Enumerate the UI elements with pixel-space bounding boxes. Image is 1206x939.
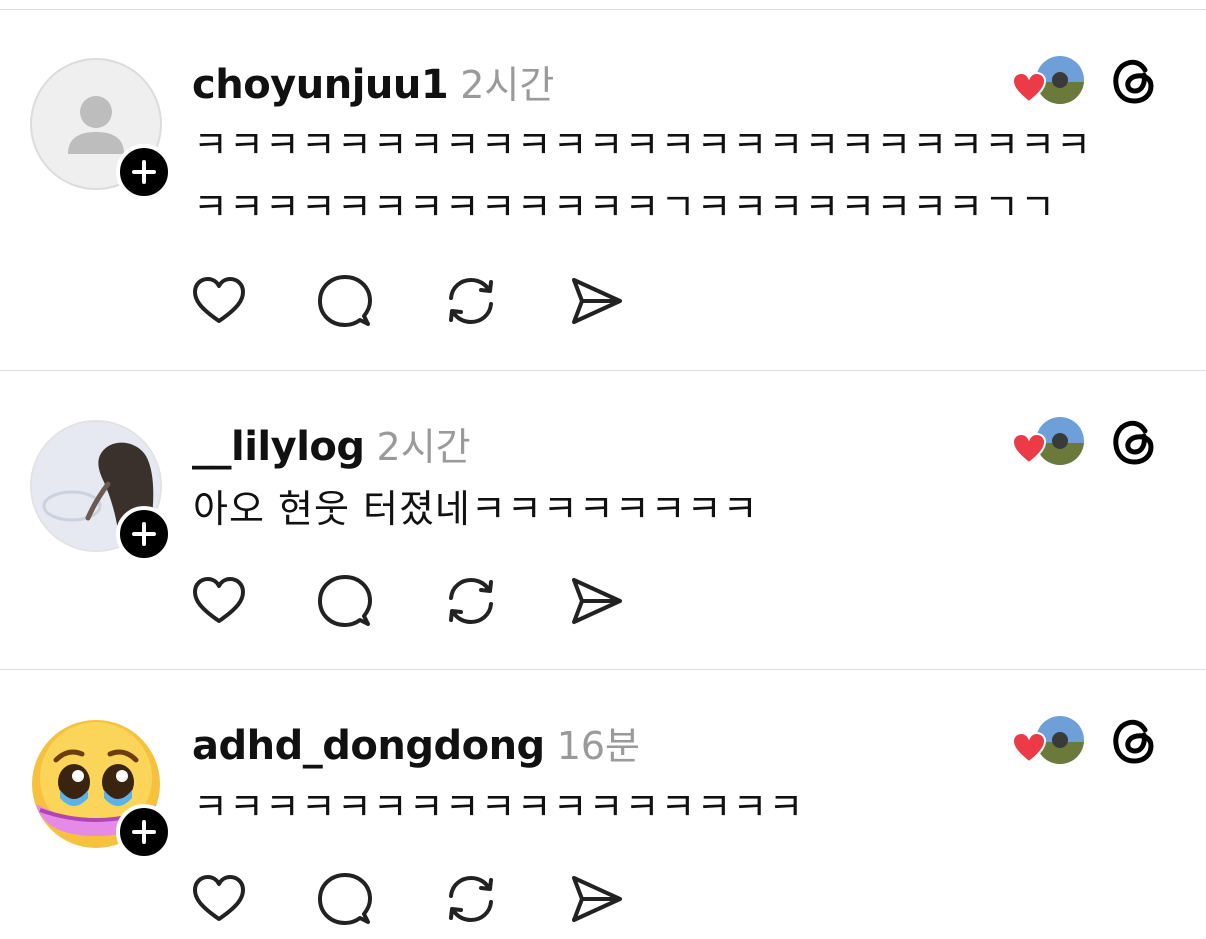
post-text-line: ㅋㅋㅋㅋㅋㅋㅋㅋㅋㅋㅋㅋㅋㅋㅋㅋㅋㅋㅋㅋㅋㅋㅋㅋㅋ: [193, 123, 1093, 167]
repost-arrows-icon: [449, 876, 493, 922]
divider: [0, 9, 1206, 10]
liked-by-author: [1012, 417, 1086, 469]
red-heart-icon: [1012, 433, 1046, 465]
avatar[interactable]: [30, 718, 172, 860]
speech-bubble-icon: [318, 275, 372, 327]
share-button[interactable]: [568, 572, 626, 630]
post-header: adhd_dongdong 16분: [192, 715, 640, 770]
red-heart-icon: [1012, 72, 1046, 104]
repost-arrows-icon: [449, 278, 493, 324]
liked-by-author: [1012, 716, 1086, 768]
post-text: ㅋㅋㅋㅋㅋㅋㅋㅋㅋㅋㅋㅋㅋㅋㅋㅋㅋㅋㅋㅋㅋㅋㅋㅋㅋ ㅋㅋㅋㅋㅋㅋㅋㅋㅋㅋㅋㅋㅋㄱ…: [193, 114, 1173, 238]
plus-icon: [132, 522, 156, 546]
avatar[interactable]: [30, 420, 172, 562]
timestamp: 2시간: [460, 63, 555, 107]
timestamp: 2시간: [376, 425, 471, 469]
action-bar: [190, 870, 694, 928]
post-text: ㅋㅋㅋㅋㅋㅋㅋㅋㅋㅋㅋㅋㅋㅋㅋㅋㅋ: [193, 776, 1173, 838]
share-button[interactable]: [568, 272, 626, 330]
speech-bubble-icon: [318, 873, 372, 925]
username[interactable]: choyunjuu1: [192, 62, 449, 108]
divider: [0, 669, 1206, 670]
plus-icon: [132, 160, 156, 184]
plus-icon: [132, 820, 156, 844]
post-text-line: 아오 현웃 터졌네ㅋㅋㅋㅋㅋㅋㅋㅋ: [193, 487, 759, 531]
paper-plane-icon: [572, 278, 622, 324]
post-header: choyunjuu1 2시간: [192, 54, 554, 109]
paper-plane-icon: [572, 876, 622, 922]
avatar[interactable]: [30, 58, 172, 200]
username[interactable]: __lilylog: [192, 424, 365, 470]
action-bar: [190, 572, 694, 630]
post-text-line: ㅋㅋㅋㅋㅋㅋㅋㅋㅋㅋㅋㅋㅋㅋㅋㅋㅋ: [193, 785, 805, 829]
repost-arrows-icon: [449, 578, 493, 624]
follow-button[interactable]: [116, 144, 172, 200]
divider: [0, 370, 1206, 371]
threads-logo-icon[interactable]: [1108, 416, 1160, 468]
reply-button[interactable]: [316, 572, 374, 630]
heart-outline-icon: [193, 577, 245, 623]
speech-bubble-icon: [318, 575, 372, 627]
timestamp: 16분: [556, 724, 641, 768]
post-header: __lilylog 2시간: [192, 416, 471, 471]
post-text: 아오 현웃 터졌네ㅋㅋㅋㅋㅋㅋㅋㅋ: [193, 478, 1173, 540]
username[interactable]: adhd_dongdong: [192, 723, 545, 769]
threads-logo-icon[interactable]: [1108, 55, 1160, 107]
like-button[interactable]: [190, 870, 248, 928]
repost-button[interactable]: [442, 572, 500, 630]
like-button[interactable]: [190, 272, 248, 330]
heart-outline-icon: [193, 277, 245, 323]
paper-plane-icon: [572, 578, 622, 624]
post-text-line: ㅋㅋㅋㅋㅋㅋㅋㅋㅋㅋㅋㅋㅋㄱㅋㅋㅋㅋㅋㅋㅋㅋㄱㄱ: [193, 185, 1057, 229]
liked-by-author: [1012, 56, 1086, 108]
reply-button[interactable]: [316, 870, 374, 928]
share-button[interactable]: [568, 870, 626, 928]
repost-button[interactable]: [442, 870, 500, 928]
threads-logo-icon[interactable]: [1108, 715, 1160, 767]
heart-outline-icon: [193, 875, 245, 921]
follow-button[interactable]: [116, 506, 172, 562]
repost-button[interactable]: [442, 272, 500, 330]
like-button[interactable]: [190, 572, 248, 630]
red-heart-icon: [1012, 732, 1046, 764]
reply-button[interactable]: [316, 272, 374, 330]
follow-button[interactable]: [116, 804, 172, 860]
action-bar: [190, 272, 694, 330]
